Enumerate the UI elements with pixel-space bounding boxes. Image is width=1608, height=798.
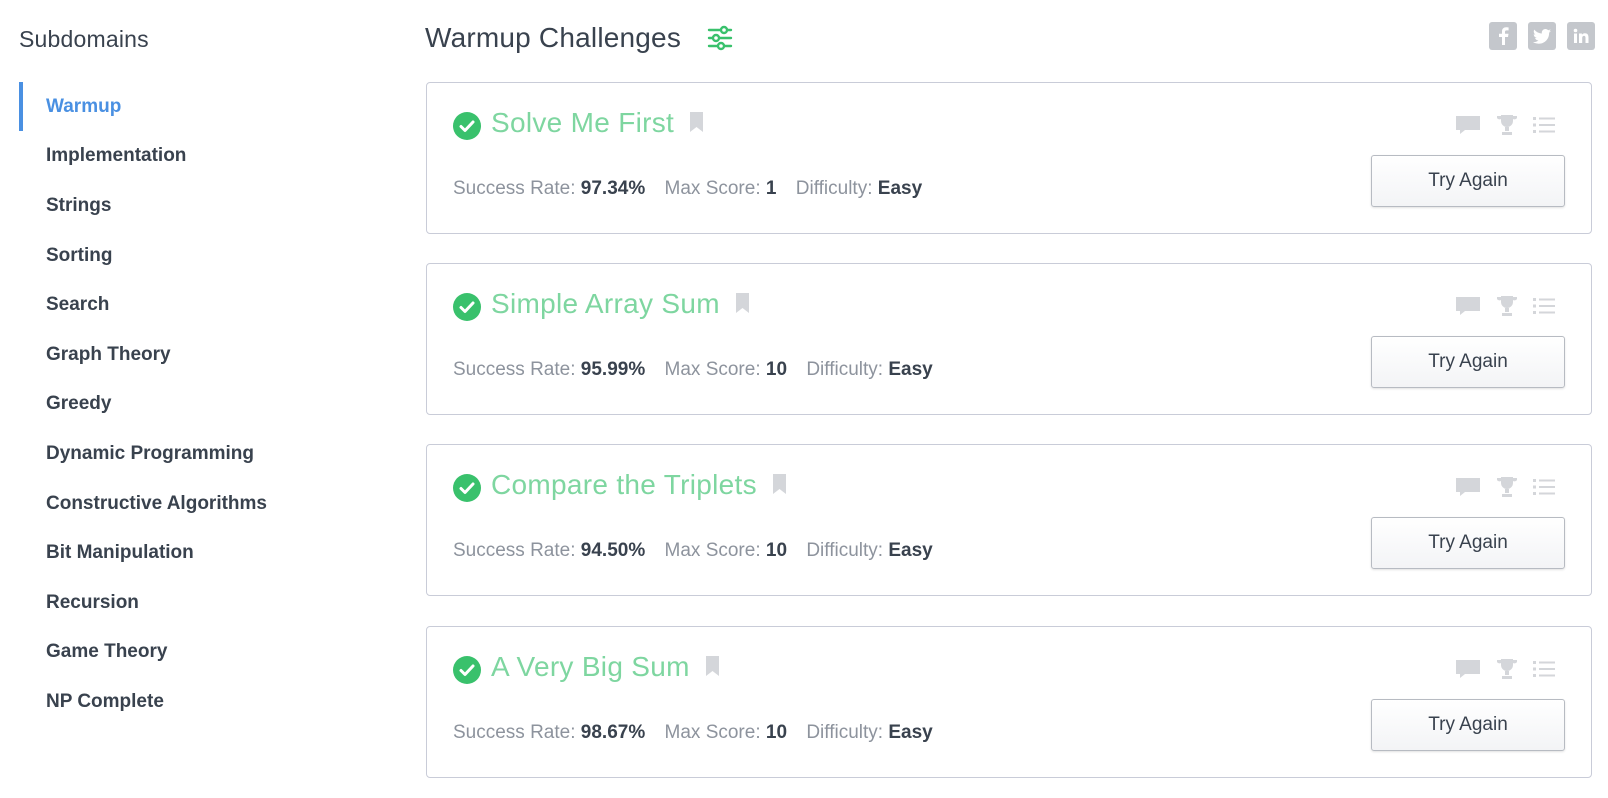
max-score-label: Max Score: — [664, 722, 761, 743]
difficulty-label: Difficulty: — [806, 359, 884, 380]
challenge-title-text[interactable]: Simple Array Sum — [491, 288, 720, 319]
difficulty-value: Easy — [888, 722, 933, 743]
challenge-meta: Success Rate: 94.50% Max Score: 10 Diffi… — [453, 540, 933, 562]
card-actions — [1455, 657, 1555, 686]
page-title: Warmup Challenges — [425, 22, 682, 53]
max-score-label: Max Score: — [664, 540, 761, 561]
success-rate-label: Success Rate: — [453, 540, 576, 561]
max-score-value: 10 — [765, 359, 788, 380]
challenge-meta: Success Rate: 95.99% Max Score: 10 Diffi… — [453, 359, 933, 381]
challenge-title-text[interactable]: Solve Me First — [491, 107, 674, 138]
list-icon[interactable] — [1533, 660, 1555, 683]
success-rate-label: Success Rate: — [453, 722, 576, 743]
list-icon[interactable] — [1533, 116, 1555, 139]
difficulty-value: Easy — [888, 540, 933, 561]
max-score-value: 10 — [765, 540, 788, 561]
sidebar-item-sorting[interactable]: Sorting — [0, 231, 400, 281]
trophy-icon[interactable] — [1495, 113, 1519, 142]
challenge-title[interactable]: Solve Me First — [491, 107, 704, 141]
bookmark-icon[interactable] — [772, 469, 786, 501]
challenge-card: Simple Array Sum Success Rate: 95.99% Ma… — [426, 263, 1592, 415]
sidebar-item-search[interactable]: Search — [0, 280, 400, 330]
discussion-icon[interactable] — [1455, 296, 1481, 321]
success-rate-label: Success Rate: — [453, 359, 576, 380]
trophy-icon[interactable] — [1495, 475, 1519, 504]
challenge-title[interactable]: Simple Array Sum — [491, 288, 749, 322]
success-rate-value: 94.50% — [580, 540, 646, 561]
list-icon[interactable] — [1533, 297, 1555, 320]
sidebar-item-greedy[interactable]: Greedy — [0, 380, 400, 430]
sidebar: Subdomains Warmup Implementation Strings… — [0, 0, 400, 798]
bookmark-icon[interactable] — [705, 651, 719, 683]
sidebar-item-dynamic-programming[interactable]: Dynamic Programming — [0, 429, 400, 479]
sidebar-item-bit-manipulation[interactable]: Bit Manipulation — [0, 528, 400, 578]
challenge-meta: Success Rate: 97.34% Max Score: 1 Diffic… — [453, 178, 922, 200]
difficulty-label: Difficulty: — [806, 722, 884, 743]
list-icon[interactable] — [1533, 478, 1555, 501]
solved-check-icon — [453, 112, 481, 140]
bookmark-icon[interactable] — [690, 107, 704, 139]
sidebar-item-np-complete[interactable]: NP Complete — [0, 677, 400, 727]
try-again-button[interactable]: Try Again — [1371, 699, 1565, 751]
challenge-card: Solve Me First Success Rate: 97.34% Max … — [426, 82, 1592, 234]
solved-check-icon — [453, 293, 481, 321]
try-again-button[interactable]: Try Again — [1371, 155, 1565, 207]
sidebar-item-graph-theory[interactable]: Graph Theory — [0, 330, 400, 380]
try-again-button[interactable]: Try Again — [1371, 336, 1565, 388]
sidebar-title: Subdomains — [19, 26, 149, 52]
trophy-icon[interactable] — [1495, 657, 1519, 686]
facebook-icon[interactable] — [1489, 22, 1517, 50]
sidebar-item-strings[interactable]: Strings — [0, 181, 400, 231]
success-rate-value: 95.99% — [580, 359, 646, 380]
max-score-label: Max Score: — [664, 178, 761, 199]
difficulty-value: Easy — [888, 359, 933, 380]
success-rate-value: 98.67% — [580, 722, 646, 743]
discussion-icon[interactable] — [1455, 477, 1481, 502]
challenge-title[interactable]: Compare the Triplets — [491, 469, 786, 503]
twitter-icon[interactable] — [1528, 22, 1556, 50]
max-score-label: Max Score: — [664, 359, 761, 380]
challenge-card: Compare the Triplets Success Rate: 94.50… — [426, 444, 1592, 596]
solved-check-icon — [453, 474, 481, 502]
solved-check-icon — [453, 656, 481, 684]
linkedin-icon[interactable] — [1567, 22, 1595, 50]
sidebar-item-game-theory[interactable]: Game Theory — [0, 628, 400, 678]
card-actions — [1455, 475, 1555, 504]
sidebar-item-recursion[interactable]: Recursion — [0, 578, 400, 628]
sliders-icon[interactable] — [706, 24, 734, 52]
sidebar-item-constructive-algorithms[interactable]: Constructive Algorithms — [0, 479, 400, 529]
discussion-icon[interactable] — [1455, 115, 1481, 140]
challenge-title-text[interactable]: Compare the Triplets — [491, 469, 757, 500]
max-score-value: 10 — [765, 722, 788, 743]
success-rate-value: 97.34% — [580, 178, 646, 199]
bookmark-icon[interactable] — [735, 288, 749, 320]
trophy-icon[interactable] — [1495, 294, 1519, 323]
challenge-title-text[interactable]: A Very Big Sum — [491, 651, 690, 682]
difficulty-label: Difficulty: — [806, 540, 884, 561]
success-rate-label: Success Rate: — [453, 178, 576, 199]
difficulty-label: Difficulty: — [795, 178, 873, 199]
try-again-button[interactable]: Try Again — [1371, 517, 1565, 569]
difficulty-value: Easy — [877, 178, 923, 199]
max-score-value: 1 — [765, 178, 777, 199]
sidebar-item-warmup[interactable]: Warmup — [0, 82, 400, 132]
subdomain-list: Warmup Implementation Strings Sorting Se… — [0, 82, 400, 727]
discussion-icon[interactable] — [1455, 659, 1481, 684]
card-actions — [1455, 113, 1555, 142]
challenge-card: A Very Big Sum Success Rate: 98.67% Max … — [426, 626, 1592, 778]
challenge-meta: Success Rate: 98.67% Max Score: 10 Diffi… — [453, 722, 933, 744]
card-actions — [1455, 294, 1555, 323]
challenge-title[interactable]: A Very Big Sum — [491, 651, 719, 685]
sidebar-item-implementation[interactable]: Implementation — [0, 132, 400, 182]
